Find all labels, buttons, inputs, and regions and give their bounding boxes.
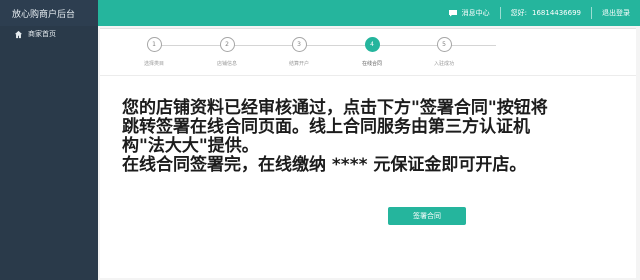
message-line: 您的店铺资料已经审核通过，点击下方"签署合同"按钮将: [122, 98, 548, 118]
step-number: 3: [291, 37, 307, 52]
main-content: 1 选择类目 2 店铺信息 3 结算开户 4 在线合同 5 入驻成功 您的店铺资…: [98, 26, 640, 280]
step-number: 2: [219, 37, 235, 52]
step-2: 2 店铺信息: [202, 37, 252, 67]
message-center-link[interactable]: 消息中心: [448, 8, 490, 18]
step-number: 1: [146, 37, 162, 52]
approval-message: 您的店铺资料已经审核通过，点击下方"签署合同"按钮将 跳转签署在线合同页面。线上…: [122, 99, 632, 175]
greeting-label: 您好:: [510, 9, 527, 17]
step-number: 4: [364, 37, 380, 52]
message-line: 跳转签署在线合同页面。线上合同服务由第三方认证机: [122, 117, 530, 137]
step-label: 选择类目: [143, 61, 164, 67]
account-number: 16814436699: [532, 9, 581, 17]
brand-title: 放心购商户后台: [0, 0, 98, 26]
home-icon: [14, 30, 23, 38]
sidebar: 商家首页: [0, 26, 98, 280]
sidebar-item-label: 商家首页: [28, 30, 56, 38]
progress-steps: 1 选择类目 2 店铺信息 3 结算开户 4 在线合同 5 入驻成功: [100, 29, 636, 75]
message-line: 构"法大大"提供。: [122, 136, 259, 156]
step-label: 入驻成功: [433, 61, 454, 67]
chat-icon: [448, 10, 457, 17]
sidebar-item-home[interactable]: 商家首页: [0, 26, 98, 42]
content-card: 1 选择类目 2 店铺信息 3 结算开户 4 在线合同 5 入驻成功 您的店铺资…: [100, 28, 636, 278]
nav-divider: [591, 7, 592, 19]
step-3: 3 结算开户: [274, 37, 324, 67]
message-center-label: 消息中心: [461, 9, 490, 17]
logout-link[interactable]: 退出登录: [602, 8, 630, 18]
step-4: 4 在线合同: [347, 37, 397, 67]
nav-divider: [499, 7, 501, 19]
divider: [100, 75, 636, 76]
step-label: 店铺信息: [216, 61, 237, 67]
step-label: 在线合同: [361, 61, 382, 67]
step-5: 5 入驻成功: [419, 37, 469, 67]
user-info: 您好: 16814436699: [511, 8, 581, 18]
sign-contract-button[interactable]: 签署合同: [388, 207, 466, 225]
message-line: 在线合同签署完，在线缴纳 **** 元保证金即可开店。: [122, 155, 527, 175]
step-number: 5: [436, 37, 452, 52]
step-label: 结算开户: [288, 61, 309, 67]
top-bar: 放心购商户后台 消息中心 您好: 16814436699 退出登录: [0, 0, 640, 26]
step-1: 1 选择类目: [129, 37, 179, 67]
top-nav: 消息中心 您好: 16814436699 退出登录: [98, 0, 640, 26]
